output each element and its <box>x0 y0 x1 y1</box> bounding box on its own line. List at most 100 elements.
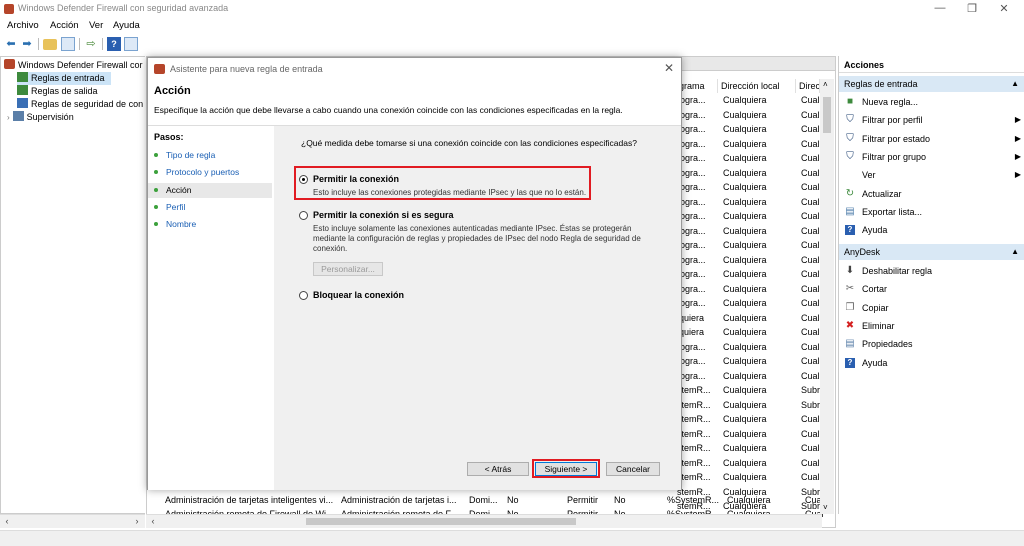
scroll-thumb[interactable] <box>823 97 831 133</box>
action-item[interactable]: Ver ▶ <box>839 166 1024 184</box>
actions-section-inbound[interactable]: Reglas de entrada ▲ <box>839 76 1024 92</box>
wizard-question: ¿Qué medida debe tomarse si una conexión… <box>301 138 637 148</box>
table-cell: Cual <box>801 211 820 221</box>
table-row[interactable]: rogra... Cualquiera Cual <box>677 109 835 122</box>
radio-allow-secure[interactable] <box>299 211 308 220</box>
table-row[interactable]: rogra... Cualquiera Cual <box>677 210 835 223</box>
tree-item-monitoring[interactable]: › Supervisión <box>7 111 74 124</box>
list-vertical-scrollbar[interactable]: ˄ ˅ <box>820 79 834 514</box>
table-row[interactable]: rogra... Cualquiera Cual <box>677 297 835 310</box>
table-row[interactable]: rogra... Cualquiera Cual <box>677 341 835 354</box>
table-cell: Subr <box>801 385 821 395</box>
action-item[interactable]: ↻ Actualizar <box>839 185 1024 203</box>
tree-item-connection-security-rules[interactable]: Reglas de seguridad de con <box>17 98 143 111</box>
tree-horizontal-scrollbar[interactable]: ‹ › <box>0 514 145 528</box>
table-cell: Cualquiera <box>723 428 767 439</box>
table-row[interactable]: rogra... Cualquiera Cual <box>677 370 835 383</box>
action-item[interactable]: ⛉ Filtrar por estado ▶ <box>839 130 1024 148</box>
export-icon[interactable]: ⇨ <box>84 37 98 51</box>
option-label[interactable]: Permitir la conexión <box>313 174 399 184</box>
toolbar-separator <box>38 38 39 50</box>
table-row[interactable]: stemR... Cualquiera Subr <box>677 384 835 397</box>
option-label[interactable]: Permitir la conexión si es segura <box>313 210 454 220</box>
table-row[interactable]: rogra... Cualquiera Cual <box>677 225 835 238</box>
action-item[interactable]: ? Ayuda <box>839 221 1024 239</box>
customize-button[interactable]: Personalizar... <box>313 262 383 276</box>
scroll-right-icon[interactable]: › <box>130 515 144 528</box>
maximize-button[interactable]: ❐ <box>960 2 984 15</box>
table-row[interactable]: rogra... Cualquiera Cual <box>677 355 835 368</box>
action-item[interactable]: ⬇ Deshabilitar regla <box>839 262 1024 280</box>
menu-ver[interactable]: Ver <box>89 20 103 31</box>
table-row[interactable]: rogra... Cualquiera Cual <box>677 123 835 136</box>
table-row[interactable]: lquiera Cualquiera Cual <box>677 326 835 339</box>
action-item[interactable]: ❐ Copiar <box>839 299 1024 317</box>
view-icon[interactable] <box>61 37 75 51</box>
table-row[interactable]: rogra... Cualquiera Cual <box>677 239 835 252</box>
tree-root[interactable]: Windows Defender Firewall cor <box>4 59 143 72</box>
action-item[interactable]: ? Ayuda <box>839 354 1024 372</box>
table-cell: Cualquiera <box>723 443 767 453</box>
table-row[interactable]: stemR... Cualquiera Cual <box>677 442 835 455</box>
action-item[interactable]: ✂ Cortar <box>839 280 1024 298</box>
list-horizontal-scrollbar[interactable]: ‹ <box>146 514 822 528</box>
action-item[interactable]: ▤ Exportar lista... <box>839 203 1024 221</box>
table-row[interactable]: stemR... Cualquiera Cual <box>677 457 835 470</box>
wizard-close-icon[interactable]: ✕ <box>662 61 676 75</box>
properties-icon[interactable] <box>124 37 138 51</box>
scroll-down-icon[interactable]: ˅ <box>823 503 828 512</box>
help-icon[interactable]: ? <box>107 37 121 51</box>
column-header-program[interactable]: grama <box>676 79 718 93</box>
action-item[interactable]: ▤ Propiedades <box>839 335 1024 353</box>
scroll-up-icon[interactable]: ˄ <box>823 80 828 89</box>
table-row[interactable]: stemR... Cualquiera Cual <box>677 471 835 484</box>
table-row[interactable]: rogra... Cualquiera Cual <box>677 196 835 209</box>
scroll-left-icon[interactable]: ‹ <box>0 515 14 528</box>
menu-accion[interactable]: Acción <box>50 20 79 31</box>
table-row[interactable]: stemR... Cualquiera Cual <box>677 413 835 426</box>
action-item[interactable]: ✖ Eliminar <box>839 317 1024 335</box>
scroll-left-icon[interactable]: ‹ <box>146 515 160 528</box>
table-row[interactable]: rogra... Cualquiera Cual <box>677 94 835 107</box>
menu-ayuda[interactable]: Ayuda <box>113 20 140 31</box>
radio-block[interactable] <box>299 291 308 300</box>
back-button[interactable]: < Atrás <box>467 462 529 476</box>
option-label[interactable]: Bloquear la conexión <box>313 290 404 300</box>
table-row[interactable]: stemR... Cualquiera Cual <box>677 428 835 441</box>
table-cell: Cual <box>801 370 820 381</box>
tree-item-outbound-rules[interactable]: Reglas de salida <box>17 85 98 98</box>
table-row[interactable]: lquiera Cualquiera Cual <box>677 312 835 325</box>
action-item[interactable]: ■ Nueva regla... <box>839 93 1024 111</box>
wizard-step: Acción <box>148 182 272 198</box>
folder-up-icon[interactable] <box>43 39 57 50</box>
menu-archivo[interactable]: Archivo <box>7 20 39 31</box>
table-row[interactable]: Administración de tarjetas inteligentes … <box>147 494 835 507</box>
scroll-thumb[interactable] <box>306 518 576 525</box>
next-button[interactable]: Siguiente > <box>535 462 597 476</box>
table-row[interactable]: rogra... Cualquiera Cual <box>677 138 835 151</box>
table-row[interactable]: stemR... Cualquiera Subr <box>677 399 835 412</box>
table-row[interactable]: rogra... Cualquiera Cual <box>677 167 835 180</box>
radio-allow[interactable] <box>299 175 308 184</box>
table-row[interactable]: rogra... Cualquiera Cual <box>677 268 835 281</box>
table-row[interactable]: rogra... Cualquiera Cual <box>677 283 835 296</box>
back-arrow-icon[interactable]: ⬅ <box>4 37 18 51</box>
action-item[interactable]: ⛉ Filtrar por grupo ▶ <box>839 148 1024 166</box>
cancel-button[interactable]: Cancelar <box>606 462 660 476</box>
collapse-icon[interactable]: ▲ <box>1011 244 1019 260</box>
minimize-button[interactable]: — <box>928 2 952 14</box>
actions-section-anydesk[interactable]: AnyDesk ▲ <box>839 244 1024 260</box>
forward-arrow-icon[interactable]: ➡ <box>20 37 34 51</box>
table-row[interactable]: rogra... Cualquiera Cual <box>677 254 835 267</box>
column-header-remote-address[interactable]: Direc <box>796 79 820 93</box>
expand-chevron-icon[interactable]: › <box>7 113 10 122</box>
tree-item-inbound-rules[interactable]: Reglas de entrada <box>17 72 111 85</box>
table-cell: Cual <box>801 283 820 294</box>
new-inbound-rule-wizard: Asistente para nueva regla de entrada ✕ … <box>147 57 682 490</box>
column-header-local-address[interactable]: Dirección local <box>718 79 796 93</box>
table-row[interactable]: rogra... Cualquiera Cual <box>677 152 835 165</box>
action-item[interactable]: ⛉ Filtrar por perfil ▶ <box>839 111 1024 129</box>
table-row[interactable]: rogra... Cualquiera Cual <box>677 181 835 194</box>
collapse-icon[interactable]: ▲ <box>1011 76 1019 92</box>
close-button[interactable]: ✕ <box>992 2 1016 15</box>
